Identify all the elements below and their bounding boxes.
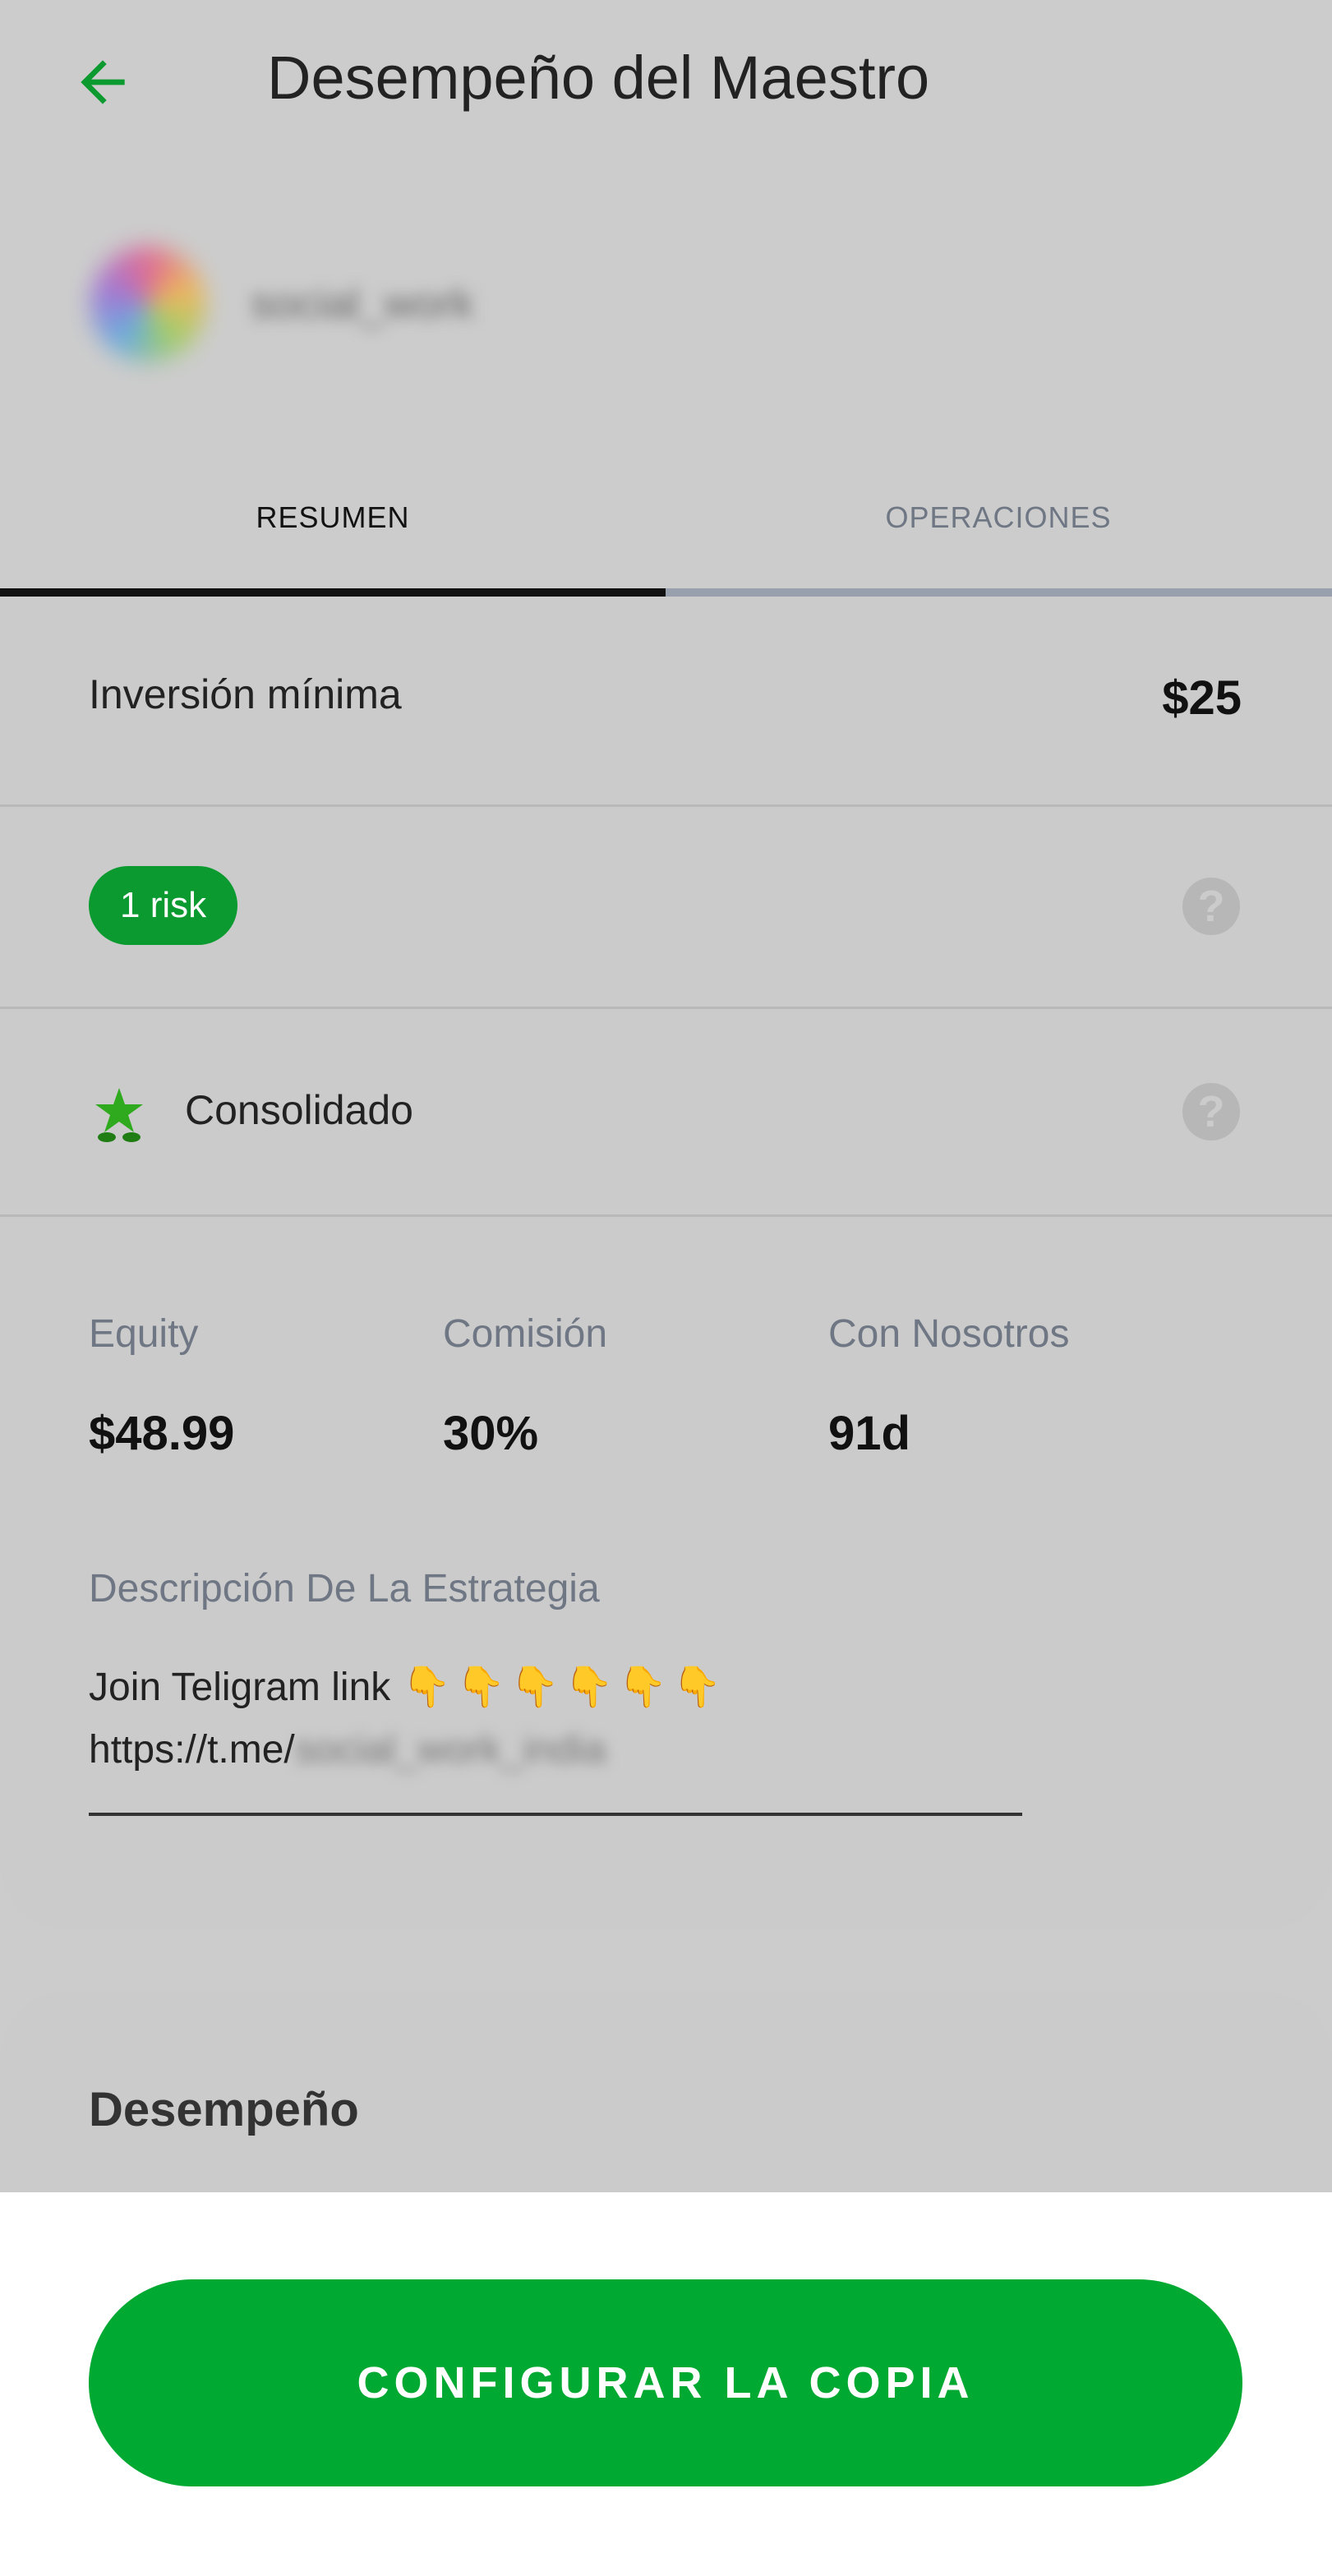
bottom-action-bar: CONFIGURAR LA COPIA xyxy=(0,2192,1332,2576)
stat-commission-value: 30% xyxy=(443,1407,539,1460)
risk-badge: 1 risk xyxy=(89,866,238,945)
arrow-left-icon xyxy=(81,60,125,104)
summary-card: Inversión mínima $25 1 risk ? Consolidad… xyxy=(0,597,1332,1929)
min-investment-label: Inversión mínima xyxy=(89,671,402,717)
pointing-down-emojis: 👇👇👇👇👇👇 xyxy=(402,1666,726,1709)
question-circle-icon[interactable]: ? xyxy=(1182,1083,1240,1141)
description-line-1: Join Teligram link 👇👇👇👇👇👇 xyxy=(89,1657,726,1719)
avatar xyxy=(90,247,205,362)
level-label: Consolidado xyxy=(185,1087,413,1133)
question-circle-icon[interactable]: ? xyxy=(1182,878,1240,935)
stat-equity-label: Equity xyxy=(89,1312,199,1356)
back-button[interactable] xyxy=(58,41,148,123)
tab-operaciones[interactable]: OPERACIONES xyxy=(666,444,1331,592)
tab-resumen[interactable]: RESUMEN xyxy=(0,444,666,592)
stat-with-us-label: Con Nosotros xyxy=(828,1312,1070,1356)
stat-with-us-value: 91d xyxy=(828,1407,910,1460)
tab-indicator-active xyxy=(0,588,666,597)
performance-title: Desempeño xyxy=(89,2083,359,2136)
telegram-link-prefix[interactable]: https://t.me/ xyxy=(89,1728,295,1772)
page: Desempeño del Maestro social_work RESUME… xyxy=(0,0,1332,2576)
configure-copy-button[interactable]: CONFIGURAR LA COPIA xyxy=(89,2279,1242,2486)
stat-with-us: Con Nosotros 91d xyxy=(828,1311,1069,1461)
master-identity: social_work xyxy=(90,247,748,362)
description-divider xyxy=(89,1813,1022,1816)
level-row: Consolidado ? xyxy=(0,1009,1332,1217)
stat-commission-label: Comisión xyxy=(443,1312,608,1356)
app-header: Desempeño del Maestro xyxy=(0,0,1332,164)
min-investment-value: $25 xyxy=(1162,671,1242,725)
tab-indicator-inactive xyxy=(666,588,1332,597)
stat-commission: Comisión 30% xyxy=(443,1311,607,1461)
risk-row: 1 risk ? xyxy=(0,807,1332,1009)
telegram-link-handle[interactable]: social_work_india xyxy=(295,1719,606,1781)
strategy-description: Join Teligram link 👇👇👇👇👇👇 https://t.me/so… xyxy=(89,1657,726,1781)
min-investment-row: Inversión mínima $25 xyxy=(0,597,1332,807)
star-sprout-icon xyxy=(95,1088,143,1142)
page-title: Desempeño del Maestro xyxy=(267,44,930,112)
stat-equity-value: $48.99 xyxy=(89,1407,235,1460)
tab-bar: RESUMEN OPERACIONES xyxy=(0,444,1332,597)
master-name: social_work xyxy=(251,280,474,328)
description-text: Join Teligram link xyxy=(89,1666,391,1709)
stat-equity: Equity $48.99 xyxy=(89,1311,234,1461)
strategy-description-label: Descripción De La Estrategia xyxy=(89,1567,600,1611)
description-line-2[interactable]: https://t.me/social_work_india xyxy=(89,1719,726,1781)
